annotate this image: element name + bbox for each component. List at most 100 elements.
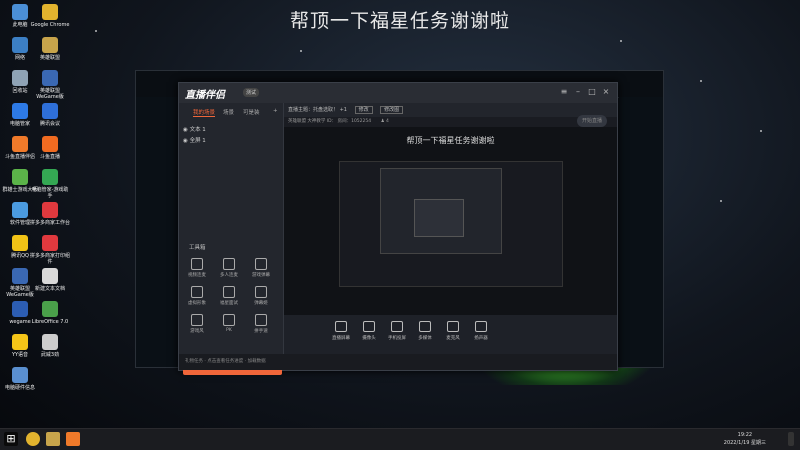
desktop-icon[interactable]: 电脑硬件信息 [0, 367, 40, 391]
control-label: 麦克风 [446, 336, 460, 341]
add-scene-button[interactable]: + [273, 108, 278, 114]
control-button[interactable]: 直播屏幕 [326, 321, 356, 341]
desktop-icon[interactable]: 拼多多商家工作台 [30, 202, 70, 226]
stream-overlay-title: 帮顶一下福星任务谢谢啦 [289, 10, 510, 32]
desktop-app-icon [12, 268, 28, 284]
desktop-app-icon [42, 169, 58, 185]
control-button[interactable]: 扬声器 [466, 321, 496, 341]
desktop-icon[interactable]: Google Chrome [30, 4, 70, 28]
tool-item[interactable]: 拼手速 [249, 314, 273, 334]
desktop-icon-label: 拼多多商家打印组件 [30, 253, 71, 265]
star [760, 130, 762, 132]
tool-icon [255, 314, 267, 326]
desktop-icon[interactable]: 腾讯会议 [30, 103, 70, 127]
desktop-icon[interactable]: 武威3劲 [30, 334, 70, 358]
stream-topic: 直播主题：托盘选取！ +1 [288, 107, 347, 113]
desktop-app-icon [42, 202, 58, 218]
tool-item[interactable]: 多人连麦 [217, 258, 241, 278]
control-label: 直播屏幕 [332, 336, 350, 341]
stream-info: 英雄联盟 大神教学 ID： 房间：1052254 [288, 119, 372, 124]
desktop-app-icon [12, 37, 28, 53]
desktop-app-icon [12, 334, 28, 350]
desktop-icon-label: Google Chrome [30, 22, 70, 28]
source-item[interactable]: ◉ 文本 1 [183, 125, 206, 133]
nested-screen-capture [339, 161, 563, 287]
tool-item[interactable]: 虚拟形象 [185, 286, 209, 306]
show-desktop-button[interactable] [788, 432, 794, 446]
preview-overlay-title: 帮顶一下福星任务谢谢啦 [406, 136, 495, 145]
desktop-icon[interactable]: LibreOffice 7.0 [30, 301, 70, 325]
desktop-icon-label: 腾讯会议 [39, 121, 60, 127]
edit-topic-button[interactable]: 修改 [354, 106, 373, 114]
tool-item[interactable]: 视频连麦 [185, 258, 209, 278]
desktop-icon-label: 武威3劲 [40, 352, 60, 358]
desktop-icon[interactable]: 英雄联盟WeGame版 [30, 70, 70, 100]
tool-icon [223, 314, 235, 326]
tool-item[interactable]: 弹幕姬 [249, 286, 273, 306]
menu-icon[interactable]: ≡ [559, 87, 569, 97]
tool-label: 视频连麦 [188, 273, 206, 278]
tool-icon [191, 258, 203, 270]
desktop-app-icon [12, 70, 28, 86]
desktop-icon-label: 新建文本文档 [34, 286, 65, 292]
eye-icon[interactable]: ◉ [183, 138, 188, 144]
desktop-icon[interactable]: 拼多多商家打印组件 [30, 235, 70, 265]
start-live-button[interactable]: 开始直播 [577, 115, 607, 127]
tool-icon [191, 286, 203, 298]
lol-taskbar-icon[interactable] [46, 432, 60, 446]
tab-my-scenes[interactable]: 我的场景 [193, 108, 216, 117]
desktop-app-icon [42, 235, 58, 251]
desktop-app-icon [42, 70, 58, 86]
desktop-icon-label: 电脑硬件信息 [4, 385, 35, 391]
tool-icon [255, 258, 267, 270]
maximize-icon[interactable]: □ [587, 87, 597, 97]
desktop-app-icon [12, 235, 28, 251]
chrome-icon[interactable] [26, 432, 40, 446]
close-icon[interactable]: × [601, 87, 611, 97]
tool-item[interactable]: 福星面试 [217, 286, 241, 306]
control-icon [363, 321, 375, 332]
tool-label: 福星面试 [220, 301, 238, 306]
tool-item[interactable]: 游戏风 [185, 314, 209, 334]
control-icon [391, 321, 403, 332]
desktop-app-icon [42, 37, 58, 53]
start-menu-icon[interactable]: ⊞ [4, 432, 18, 446]
edit-cover-button[interactable]: 修改图 [380, 106, 404, 114]
tool-label: 虚拟形象 [188, 301, 206, 306]
tool-label: 弹幕姬 [254, 301, 268, 306]
desktop-icon[interactable]: 新建文本文档 [30, 268, 70, 292]
desktop-icon[interactable]: 电脑管家-游戏助手 [30, 169, 70, 199]
tool-item[interactable]: 游戏弹幕 [249, 258, 273, 278]
control-button[interactable]: 手机投屏 [382, 321, 412, 341]
desktop-icon[interactable]: 斗鱼直播 [30, 136, 70, 160]
source-item[interactable]: ◉ 全屏 1 [183, 136, 206, 144]
desktop-app-icon [12, 301, 28, 317]
source-label: 全屏 1 [189, 138, 206, 144]
tool-label: 游戏风 [190, 329, 204, 334]
desktop-icon[interactable]: 英雄联盟 [30, 37, 70, 61]
desktop-icon-label: 电脑管家-游戏助手 [31, 187, 69, 199]
status-bar: 礼物任务 · 点击查看任务进度 · 加载数据 [179, 354, 617, 370]
star [700, 80, 702, 82]
tool-item[interactable]: PK [217, 314, 241, 333]
main-area: 直播主题：托盘选取！ +1 修改 修改图 英雄联盟 大神教学 ID： 房间：10… [284, 103, 617, 355]
eye-icon[interactable]: ◉ [183, 127, 188, 133]
stream-preview[interactable]: 帮顶一下福星任务谢谢啦 [284, 127, 617, 315]
tab-scenes[interactable]: 场景 [223, 108, 234, 116]
minimize-icon[interactable]: – [573, 87, 583, 97]
clock[interactable]: 19:22 2022/1/19 星期三 [724, 431, 766, 447]
nested-app-capture [380, 168, 502, 254]
star [720, 200, 722, 202]
control-button[interactable]: 摄像头 [354, 321, 384, 341]
desktop-app-icon [12, 4, 28, 20]
control-label: 摄像头 [362, 336, 376, 341]
streamer-taskbar-icon[interactable] [66, 432, 80, 446]
streaming-app-window[interactable]: 直播伴侣 测试 ≡ – □ × 我的场景 场景 可是装 + ◉ 文本 1 ◉ 全… [178, 82, 618, 375]
control-icon [447, 321, 459, 332]
viewer-icon: ♟ [380, 119, 385, 124]
control-button[interactable]: 麦克风 [438, 321, 468, 341]
desktop-icon-label: LibreOffice 7.0 [31, 319, 69, 325]
desktop-icon-label: 英雄联盟 [39, 55, 60, 61]
control-button[interactable]: 多媒体 [410, 321, 440, 341]
tab-assets[interactable]: 可是装 [243, 108, 260, 116]
